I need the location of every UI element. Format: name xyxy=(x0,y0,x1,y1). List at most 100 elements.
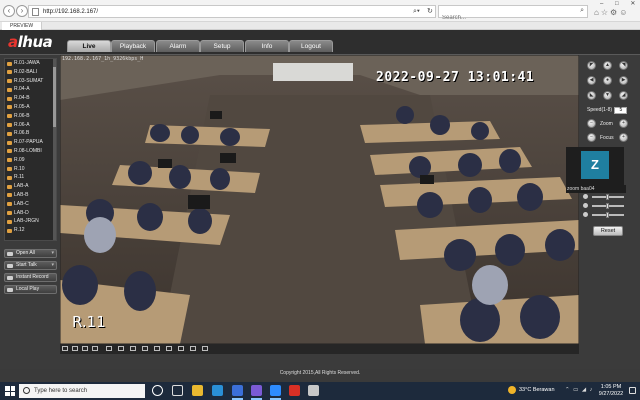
channel-item[interactable]: LAB-D xyxy=(5,209,56,218)
cortana-icon[interactable] xyxy=(152,385,163,396)
channel-item[interactable]: R.02-BALI xyxy=(5,68,56,77)
chevron-down-icon[interactable]: ▾ xyxy=(51,262,54,269)
windows-start-icon[interactable] xyxy=(5,386,15,396)
channel-item[interactable]: LAB-JRGN xyxy=(5,217,56,226)
weather-text[interactable]: 33°C Berawan xyxy=(519,387,555,393)
file-explorer-icon[interactable] xyxy=(192,385,203,396)
slider-knob[interactable] xyxy=(606,194,609,200)
ptz-up-left-icon[interactable]: ◤ xyxy=(587,61,596,70)
gear-icon[interactable]: ⚙ xyxy=(610,8,619,17)
maximize-icon[interactable]: □ xyxy=(615,1,619,7)
layout-25-icon[interactable] xyxy=(130,346,136,351)
url-text[interactable]: http://192.168.2.167/ xyxy=(43,7,98,17)
close-icon[interactable]: ✕ xyxy=(630,1,635,7)
ptz-down-icon[interactable]: ▼ xyxy=(603,91,612,100)
tab-playback[interactable]: Playback xyxy=(111,40,155,52)
contrast-slider[interactable] xyxy=(582,203,636,209)
channel-item[interactable]: R.08-LOMBI xyxy=(5,147,56,156)
channel-item[interactable]: R.07-PAPUA xyxy=(5,138,56,147)
browser-tab-preview[interactable]: PREVIEW xyxy=(2,22,43,30)
channel-item[interactable]: R.06-B xyxy=(5,112,56,121)
layout-9-icon[interactable] xyxy=(106,346,112,351)
channel-item[interactable]: LAB-A xyxy=(5,182,56,191)
layout-4-icon[interactable] xyxy=(72,346,78,351)
tray-icons[interactable]: ⌃ ▭ ◢ ♪ xyxy=(565,387,593,393)
tab-setup[interactable]: Setup xyxy=(200,40,244,52)
address-bar[interactable]: http://192.168.2.167/ ⌕▾ ↻ xyxy=(28,5,436,18)
zoom-icon[interactable] xyxy=(190,346,196,351)
ptz-down-left-icon[interactable]: ◣ xyxy=(587,91,596,100)
channel-item[interactable]: R.06-A xyxy=(5,121,56,130)
channel-item[interactable]: R.04-B xyxy=(5,94,56,103)
reset-button[interactable]: Reset xyxy=(593,226,623,236)
home-icon[interactable]: ⌂ xyxy=(594,8,601,17)
ptz-up-icon[interactable]: ▲ xyxy=(603,61,612,70)
record-icon[interactable] xyxy=(166,346,172,351)
channel-item[interactable]: R.06.B xyxy=(5,129,56,138)
edge-icon[interactable] xyxy=(212,385,223,396)
forward-arrow-icon[interactable]: › xyxy=(16,5,28,17)
task-view-icon[interactable] xyxy=(172,385,183,396)
fullscreen-icon[interactable] xyxy=(82,346,88,351)
star-icon[interactable]: ☆ xyxy=(601,8,610,17)
speed-select[interactable]: 5 xyxy=(614,107,628,114)
ptz-auto-icon[interactable]: ● xyxy=(603,76,612,85)
channel-item[interactable]: LAB-C xyxy=(5,200,56,209)
zoom-out-icon[interactable]: − xyxy=(587,119,596,128)
channel-list-scrollbar[interactable] xyxy=(53,59,56,240)
focus-out-icon[interactable]: − xyxy=(587,133,596,142)
channel-item[interactable]: R.01-JAWA xyxy=(5,59,56,68)
live-video-feed[interactable] xyxy=(60,55,579,344)
open-all-button[interactable]: Open All ▾ xyxy=(4,249,57,258)
ptz-up-right-icon[interactable]: ◥ xyxy=(619,61,628,70)
ptz-right-icon[interactable]: ▶ xyxy=(619,76,628,85)
weather-icon[interactable] xyxy=(508,386,516,394)
ptz-left-icon[interactable]: ◀ xyxy=(587,76,596,85)
zoom-app-icon[interactable] xyxy=(270,385,281,400)
back-arrow-icon[interactable]: ‹ xyxy=(3,5,15,17)
zoom-participant-tile[interactable]: Z zoom baa04 xyxy=(566,147,626,193)
taskbar-search-box[interactable]: Type here to search xyxy=(19,384,145,398)
channel-item[interactable]: R.09 xyxy=(5,156,56,165)
search-dropdown-icon[interactable]: ⌕▾ xyxy=(413,6,420,17)
scroll-thumb[interactable] xyxy=(53,67,56,127)
channel-item[interactable]: LAB-B xyxy=(5,191,56,200)
channel-item[interactable]: R.10 xyxy=(5,165,56,174)
internet-explorer-icon[interactable] xyxy=(232,385,243,400)
local-play-button[interactable]: Local Play xyxy=(4,285,57,294)
snapshot-icon[interactable] xyxy=(154,346,160,351)
channel-item[interactable]: R.05-A xyxy=(5,103,56,112)
close-video-icon[interactable] xyxy=(202,346,208,351)
minimize-icon[interactable]: – xyxy=(600,1,603,7)
channel-item[interactable]: R.04-A xyxy=(5,85,56,94)
teams-icon[interactable] xyxy=(251,385,262,400)
instant-record-button[interactable]: Instant Record xyxy=(4,273,57,282)
focus-in-icon[interactable]: + xyxy=(619,133,628,142)
channel-item[interactable]: R.03-SUMAT xyxy=(5,77,56,86)
channel-item[interactable]: R.11 xyxy=(5,173,56,182)
chevron-down-icon[interactable]: ▾ xyxy=(51,250,54,257)
brightness-slider[interactable] xyxy=(582,194,636,200)
app-icon[interactable] xyxy=(308,385,319,396)
chrome-icon[interactable] xyxy=(289,385,300,396)
refresh-icon[interactable]: ↻ xyxy=(427,6,433,17)
tab-logout[interactable]: Logout xyxy=(289,40,333,52)
layout-1-icon[interactable] xyxy=(62,346,68,351)
layout-16-icon[interactable] xyxy=(118,346,124,351)
layout-8-icon[interactable] xyxy=(92,346,98,351)
slider-knob[interactable] xyxy=(606,203,609,209)
search-icon[interactable]: ⌕ xyxy=(580,7,584,15)
taskbar-clock[interactable]: 1:05 PM 9/27/2022 xyxy=(597,384,625,397)
notification-icon[interactable] xyxy=(629,387,636,394)
smiley-icon[interactable]: ☺ xyxy=(619,8,629,17)
start-talk-button[interactable]: Start Talk ▾ xyxy=(4,261,57,270)
slider-knob[interactable] xyxy=(606,212,609,218)
tab-live[interactable]: Live xyxy=(67,40,111,52)
audio-icon[interactable] xyxy=(178,346,184,351)
tab-alarm[interactable]: Alarm xyxy=(156,40,200,52)
browser-search-box[interactable]: ⌕ xyxy=(438,5,588,24)
saturation-slider[interactable] xyxy=(582,212,636,218)
layout-36-icon[interactable] xyxy=(142,346,148,351)
ptz-down-right-icon[interactable]: ◢ xyxy=(619,91,628,100)
zoom-in-icon[interactable]: + xyxy=(619,119,628,128)
